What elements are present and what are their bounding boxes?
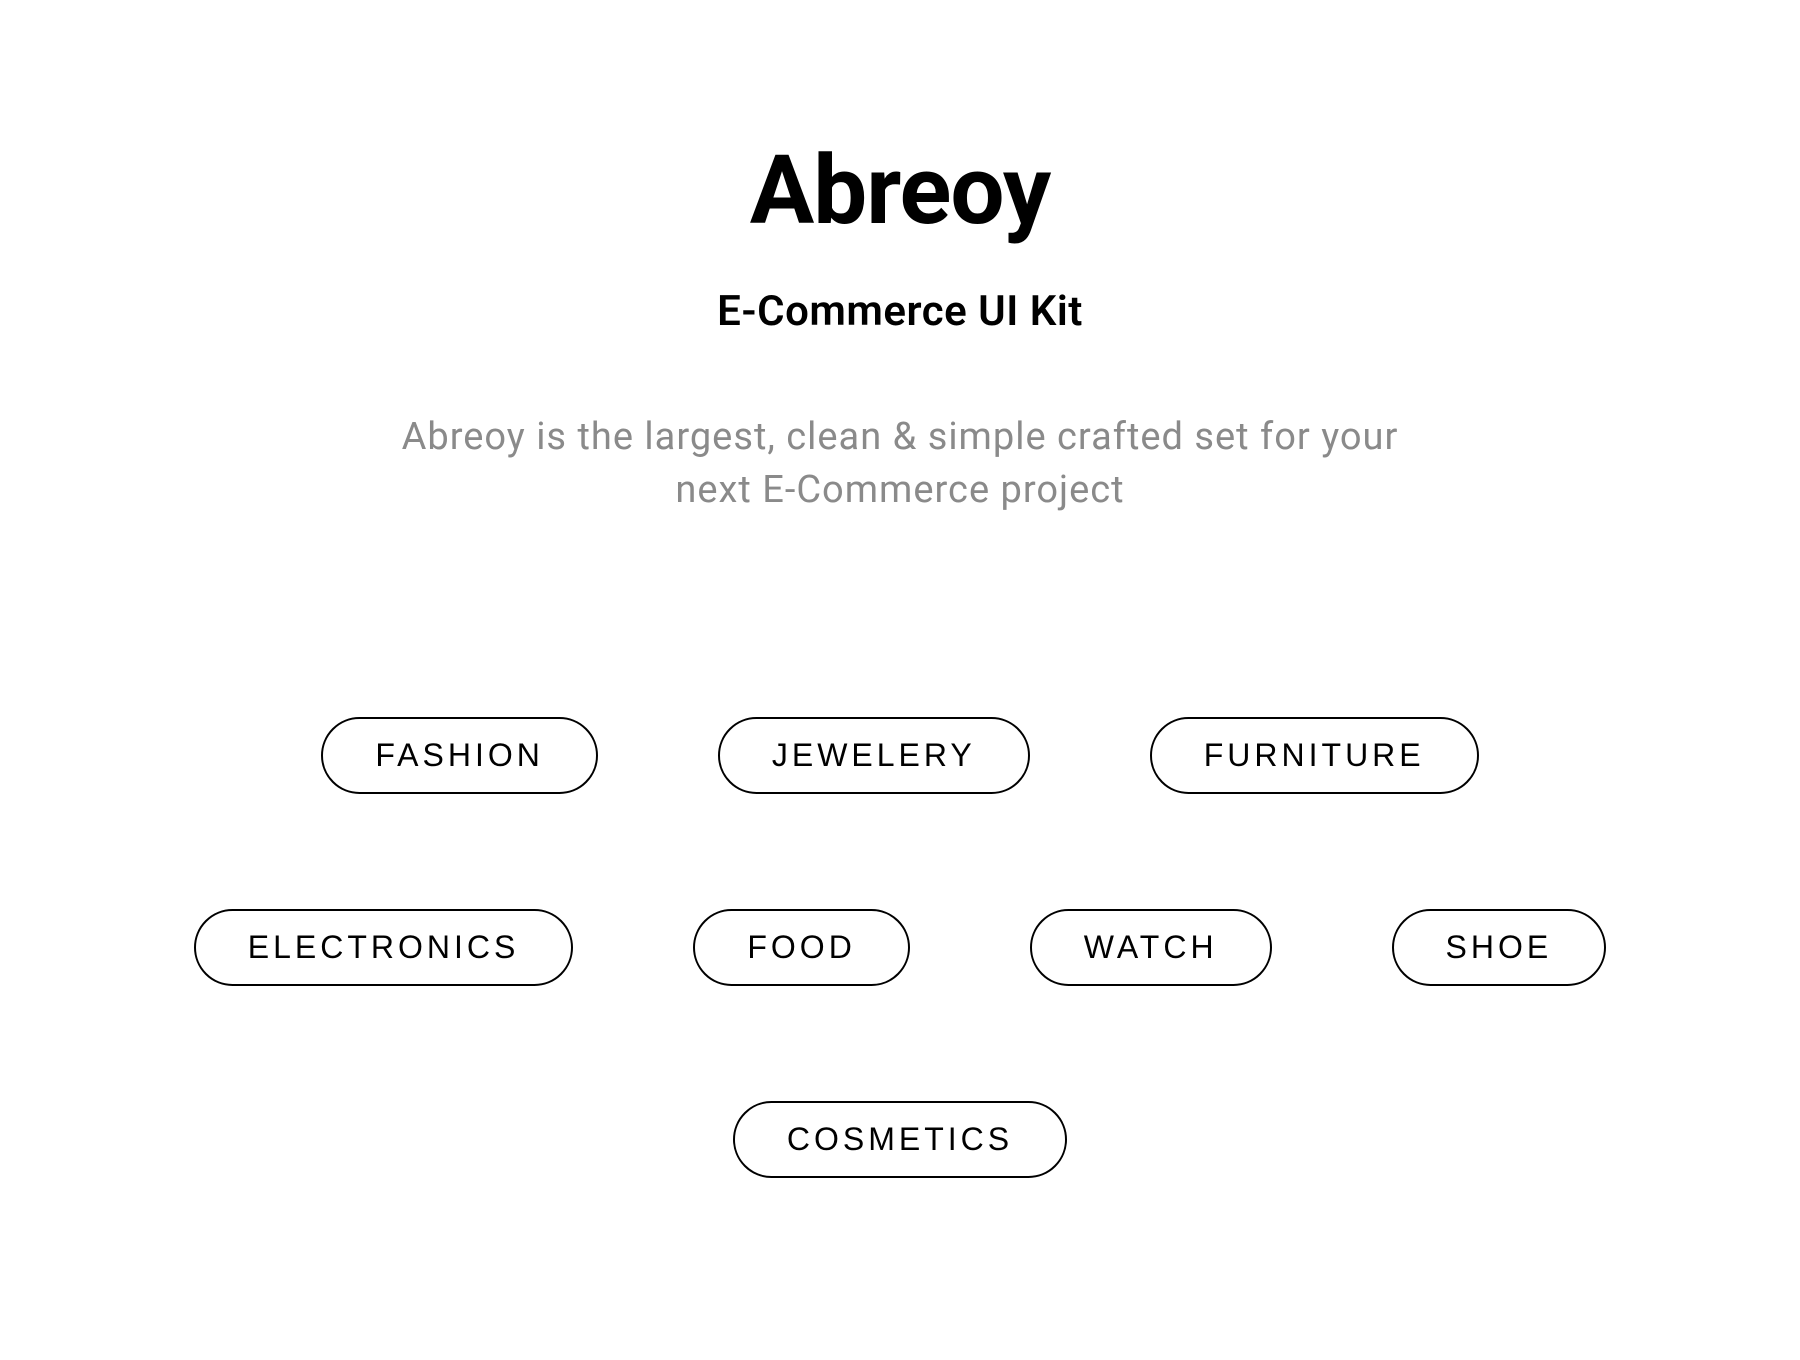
category-electronics[interactable]: ELECTRONICS [194,909,574,986]
category-furniture[interactable]: FURNITURE [1150,717,1479,794]
category-jewelery[interactable]: JEWELERY [718,717,1030,794]
brand-title: Abreoy [750,135,1050,247]
category-fashion[interactable]: FASHION [321,717,597,794]
description: Abreoy is the largest, clean & simple cr… [375,411,1425,517]
category-cosmetics[interactable]: COSMETICS [733,1101,1067,1178]
category-row-1: FASHION JEWELERY FURNITURE [321,717,1478,794]
category-watch[interactable]: WATCH [1030,909,1272,986]
category-food[interactable]: FOOD [693,909,909,986]
category-row-3: COSMETICS [733,1101,1067,1178]
category-row-2: ELECTRONICS FOOD WATCH SHOE [194,909,1606,986]
category-shoe[interactable]: SHOE [1392,909,1607,986]
subtitle: E-Commerce UI Kit [717,287,1083,336]
categories-container: FASHION JEWELERY FURNITURE ELECTRONICS F… [0,717,1800,1178]
